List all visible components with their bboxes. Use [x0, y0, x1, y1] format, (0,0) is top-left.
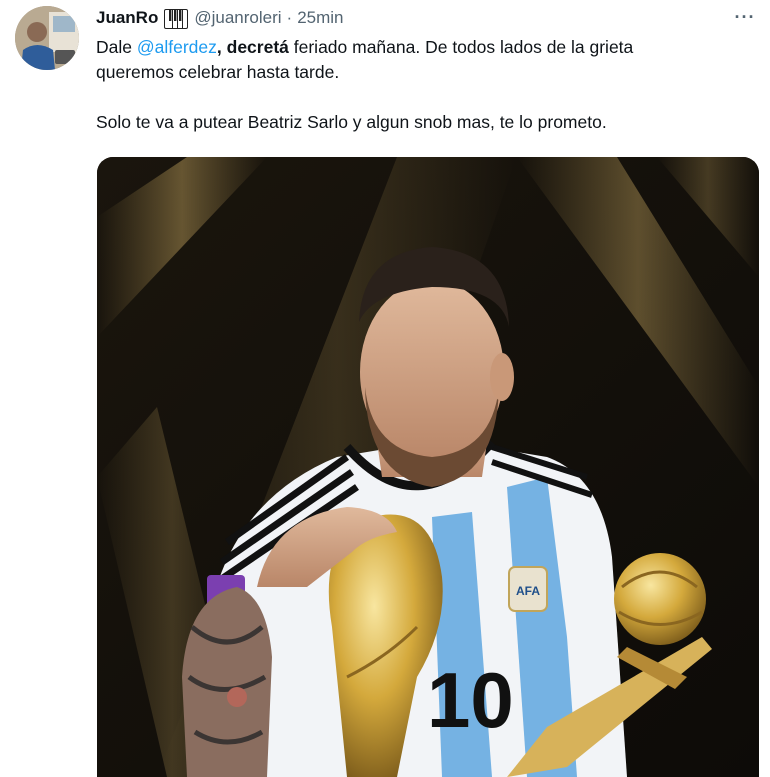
text-rest: feriado mañana. De todos lados de la gri…	[288, 37, 634, 57]
separator-dot: ·	[286, 8, 293, 27]
mention-link[interactable]: @alferdez	[137, 37, 217, 57]
crest-label: AFA	[516, 584, 540, 598]
jersey-number: 10	[427, 656, 514, 744]
text-prefix: Dale	[96, 37, 137, 57]
tweet[interactable]: JuanRo @juanroleri · 25min ··· Dale @alf…	[0, 0, 770, 777]
tweet-text-line-2: queremos celebrar hasta tarde.	[96, 62, 340, 82]
tweet-header: JuanRo @juanroleri · 25min	[96, 6, 344, 30]
tweet-text: Dale @alferdez, decretá feriado mañana. …	[96, 35, 736, 135]
tweet-timestamp[interactable]: 25min	[297, 8, 343, 28]
tweet-photo[interactable]: AFA 10	[97, 157, 759, 777]
display-name[interactable]: JuanRo	[96, 8, 158, 28]
user-handle[interactable]: @juanroleri	[194, 8, 281, 28]
tweet-text-line-1: Dale @alferdez, decretá feriado mañana. …	[96, 35, 736, 60]
tweet-text-line-3: Solo te va a putear Beatriz Sarlo y algu…	[96, 112, 607, 132]
text-comma: ,	[216, 37, 227, 57]
text-bold: decretá	[226, 37, 289, 57]
more-options-button[interactable]: ···	[732, 6, 758, 28]
piano-keys-icon	[164, 9, 189, 29]
avatar[interactable]	[15, 6, 79, 70]
